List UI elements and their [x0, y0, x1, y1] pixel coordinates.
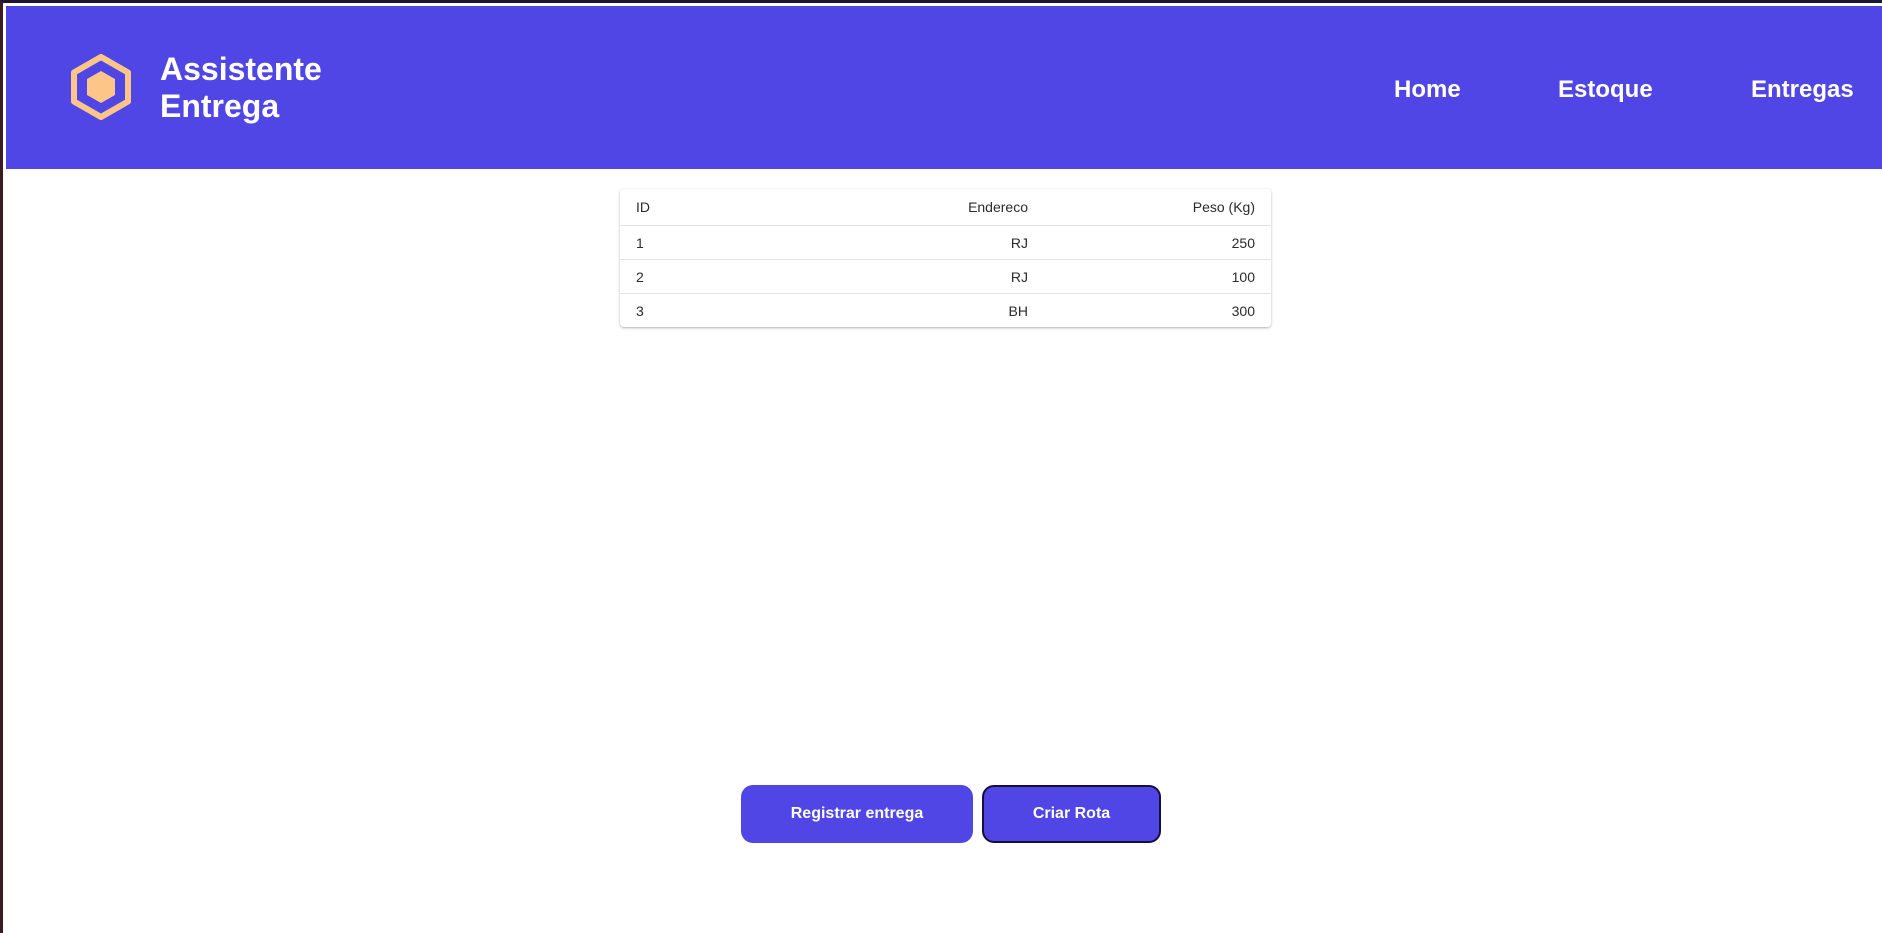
nav-entregas[interactable]: Entregas — [1751, 75, 1854, 105]
table-row: 1 RJ 250 — [620, 225, 1271, 260]
table-row: 2 RJ 100 — [620, 259, 1271, 294]
column-header-id: ID — [620, 189, 782, 226]
deliveries-table-card: ID Endereco Peso (Kg) 1 RJ 250 2 RJ 100 … — [620, 189, 1271, 327]
cell-peso: 300 — [1231, 302, 1255, 319]
brand-line-1: Assistente — [160, 51, 322, 87]
cell-id: 3 — [636, 302, 644, 319]
brand-title: Assistente Entrega — [160, 51, 322, 125]
criar-rota-button[interactable]: Criar Rota — [982, 785, 1161, 843]
cell-endereco: BH — [1008, 302, 1028, 319]
column-header-peso: Peso (Kg) — [1044, 189, 1271, 226]
cell-id: 1 — [620, 225, 782, 260]
cell-endereco: RJ — [782, 259, 1044, 294]
nav-home[interactable]: Home — [1394, 75, 1461, 105]
table-row: 3 BH 300 — [620, 294, 1271, 328]
column-header-endereco: Endereco — [782, 189, 1044, 226]
brand-line-2: Entrega — [160, 88, 280, 124]
cell-id: 2 — [620, 259, 782, 294]
deliveries-table: ID Endereco Peso (Kg) 1 RJ 250 2 RJ 100 … — [620, 189, 1271, 327]
cell-peso: 100 — [1044, 259, 1271, 294]
cell-peso: 250 — [1044, 225, 1271, 260]
table-header-row: ID Endereco Peso (Kg) — [620, 189, 1271, 226]
cell-endereco: RJ — [782, 225, 1044, 260]
nav-estoque[interactable]: Estoque — [1558, 75, 1653, 105]
app-window: Assistente Entrega Home Estoque Entregas… — [0, 0, 1882, 933]
top-navbar: Assistente Entrega Home Estoque Entregas — [6, 6, 1882, 169]
hexagon-icon — [71, 54, 131, 120]
registrar-entrega-button[interactable]: Registrar entrega — [741, 785, 973, 843]
